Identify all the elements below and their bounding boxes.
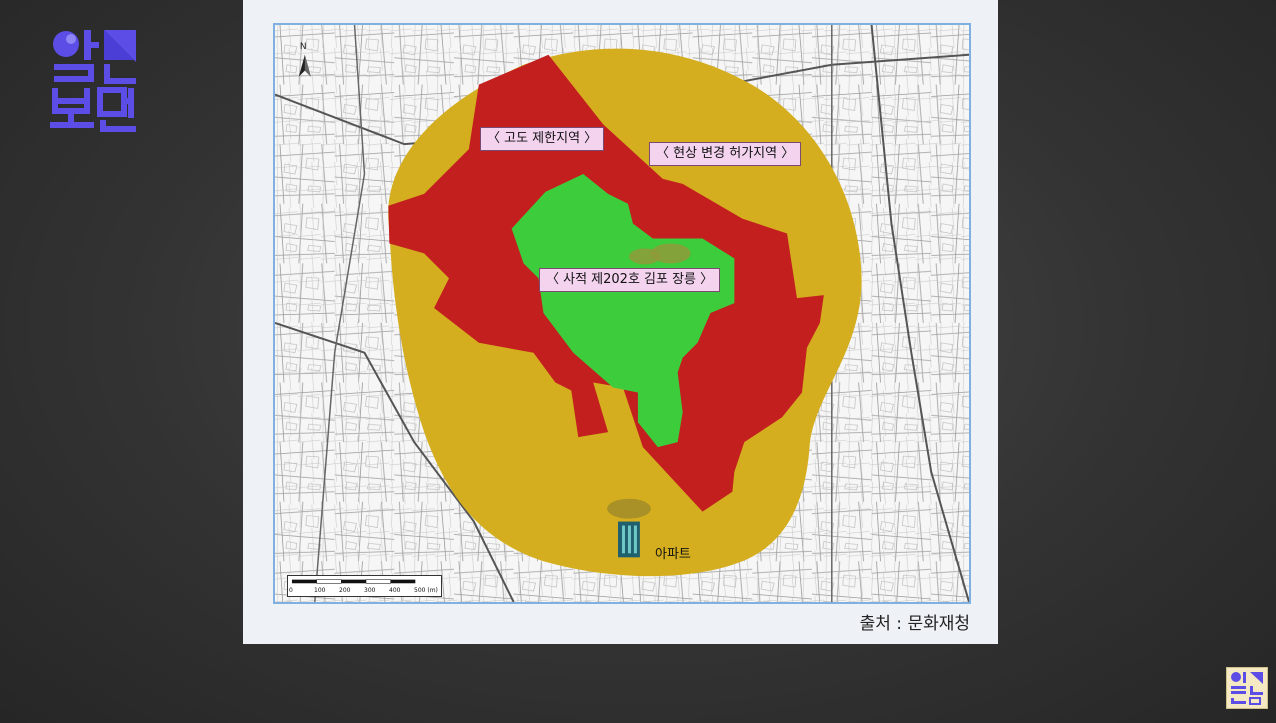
scale-tick-label: 0 (289, 587, 293, 594)
apartment-label: 아파트 (655, 547, 691, 562)
map-drawing: N (275, 25, 969, 602)
scale-tick-label: 300 (364, 587, 376, 594)
scale-tick-label: 200 (339, 587, 351, 594)
channel-logo (48, 26, 140, 134)
heritage-site-label: 〈 사적 제202호 김포 장릉 〉 (539, 268, 721, 292)
zoning-map: N 〈 고도 제한지역 〉 〈 현상 변경 허가지역 〉 〈 사적 제202호 … (273, 23, 971, 604)
north-label: N (300, 42, 307, 52)
source-credit: 출처 : 문화재청 (859, 614, 970, 634)
altitude-zone-label: 〈 고도 제한지역 〉 (480, 127, 605, 151)
scale-tick-label: 400 (389, 587, 401, 594)
scale-tick-label: 500 (m) (414, 587, 438, 594)
scale-bar: 0 100 200 300 400 500 (m) (287, 575, 442, 597)
corner-channel-logo (1226, 667, 1268, 709)
slide-panel: N 〈 고도 제한지역 〉 〈 현상 변경 허가지역 〉 〈 사적 제202호 … (243, 0, 998, 644)
change-permit-zone-label: 〈 현상 변경 허가지역 〉 (649, 142, 802, 166)
scale-tick-label: 100 (314, 587, 326, 594)
